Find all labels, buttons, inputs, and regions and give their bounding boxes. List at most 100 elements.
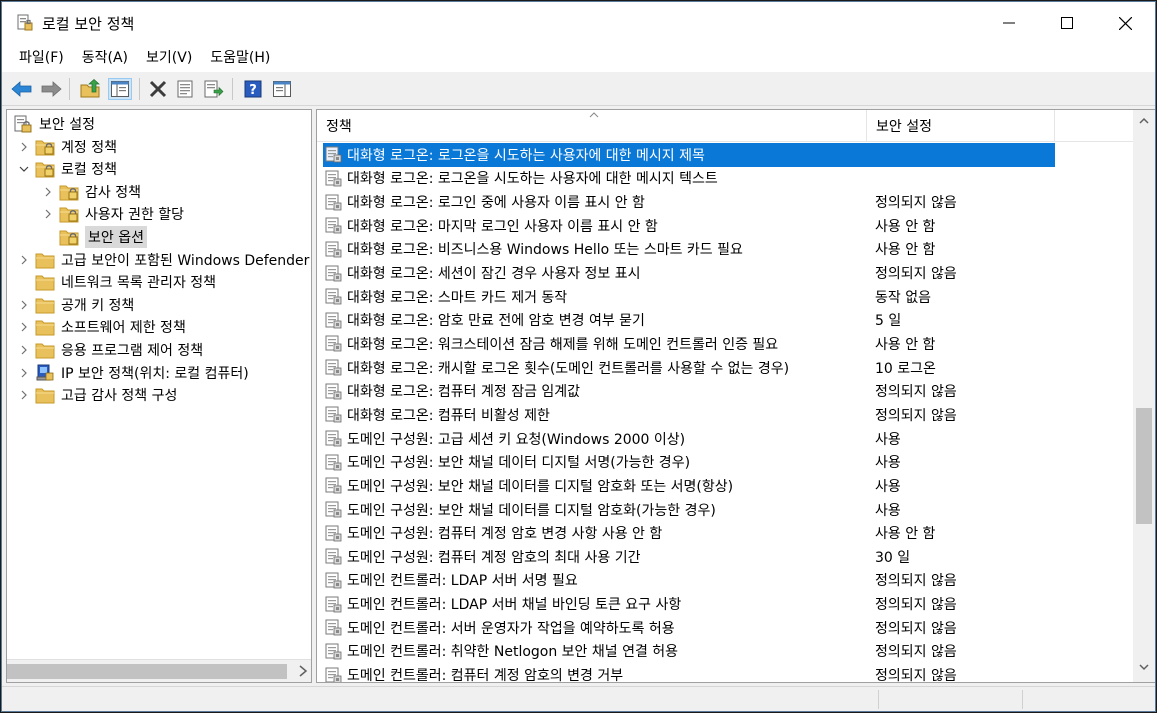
list-item[interactable]: 대화형 로그온: 캐시할 로그온 횟수(도메인 컨트롤러를 사용할 수 없는 경… (323, 356, 1063, 380)
chevron-right-icon[interactable] (17, 343, 31, 357)
list-item[interactable]: 도메인 컨트롤러: LDAP 서버 서명 필요 정의되지 않음 (323, 569, 1063, 593)
chevron-right-icon[interactable] (41, 207, 55, 221)
tree-item[interactable]: 사용자 권한 할당 (41, 203, 184, 225)
lock-folder-icon (59, 183, 79, 201)
chevron-right-icon[interactable] (41, 185, 55, 199)
properties-icon (177, 80, 193, 98)
policy-name: 대화형 로그온: 로그온을 시도하는 사용자에 대한 메시지 제목 (347, 147, 705, 164)
list-vertical-scrollbar[interactable] (1133, 110, 1155, 682)
tree-item-label: 고급 감사 정책 구성 (61, 388, 178, 405)
column-header-security-setting[interactable]: 보안 설정 (867, 110, 1055, 142)
back-button[interactable] (11, 78, 33, 100)
chevron-down-icon[interactable] (17, 162, 31, 176)
help-icon: ? (244, 80, 262, 98)
tree-item[interactable]: IP 보안 정책(위치: 로컬 컴퓨터) (17, 362, 249, 384)
close-button[interactable] (1096, 2, 1154, 44)
scrollbar-thumb[interactable] (7, 664, 287, 679)
folder-icon (35, 341, 55, 359)
export-list-button[interactable] (203, 78, 225, 100)
list-item[interactable]: 대화형 로그온: 컴퓨터 비활성 제한 정의되지 않음 (323, 403, 1063, 427)
list-item[interactable]: 도메인 컨트롤러: 취약한 Netlogon 보안 채널 연결 허용 정의되지 않… (323, 640, 1063, 664)
scroll-right-icon[interactable] (297, 664, 309, 678)
policy-icon (325, 501, 343, 518)
chevron-right-icon[interactable] (17, 140, 31, 154)
tree-item[interactable]: 보안 옵션 (41, 226, 147, 248)
menu-action[interactable]: 동작(A) (73, 44, 137, 72)
security-setting-value: 10 로그온 (875, 360, 936, 377)
tree-item[interactable]: 고급 보안이 포함된 Windows Defender (17, 249, 309, 271)
console-tree[interactable]: 보안 설정 계정 정책 로컬 정책 감사 정책 사용자 권한 할당 보안 옵션 고급 보안이… (6, 109, 312, 683)
policy-icon (325, 619, 343, 636)
list-item[interactable]: 대화형 로그온: 컴퓨터 계정 잠금 임계값 정의되지 않음 (323, 380, 1063, 404)
chevron-right-icon[interactable] (17, 298, 31, 312)
list-item[interactable]: 대화형 로그온: 로그온을 시도하는 사용자에 대한 메시지 텍스트 (323, 167, 1063, 191)
tree-item[interactable]: 감사 정책 (41, 181, 141, 203)
policy-icon (325, 335, 343, 352)
list-item[interactable]: 대화형 로그온: 로그인 중에 사용자 이름 표시 안 함 정의되지 않음 (323, 190, 1063, 214)
tree-item-label: 응용 프로그램 제어 정책 (61, 343, 204, 359)
tree-item[interactable]: 보안 설정 (13, 113, 95, 135)
list-item[interactable]: 대화형 로그온: 세션이 잠긴 경우 사용자 정보 표시 정의되지 않음 (323, 261, 1063, 285)
forward-button[interactable] (40, 78, 62, 100)
tree-item[interactable]: 공개 키 정책 (17, 294, 134, 316)
menu-help[interactable]: 도움말(H) (201, 44, 279, 72)
list-item[interactable]: 대화형 로그온: 마지막 로그인 사용자 이름 표시 안 함 사용 안 함 (323, 214, 1063, 238)
list-item[interactable]: 대화형 로그온: 비즈니스용 Windows Hello 또는 스마트 카드 필… (323, 238, 1063, 262)
scroll-down-icon[interactable] (1138, 662, 1150, 672)
tree-item[interactable]: 계정 정책 (17, 136, 117, 158)
ipsec-icon (35, 364, 55, 382)
tree-item[interactable]: 고급 감사 정책 구성 (17, 384, 177, 406)
tree-item[interactable]: 응용 프로그램 제어 정책 (17, 339, 203, 361)
list-item[interactable]: 도메인 구성원: 컴퓨터 계정 암호의 최대 사용 기간 30 일 (323, 545, 1063, 569)
security-setting-value: 30 일 (875, 549, 911, 566)
tree-item[interactable]: 네트워크 목록 관리자 정책 (17, 271, 216, 293)
tree-item[interactable]: 소프트웨어 제한 정책 (17, 316, 186, 338)
help-button[interactable]: ? (242, 78, 264, 100)
security-setting-value: 정의되지 않음 (875, 620, 957, 637)
maximize-button[interactable] (1038, 2, 1096, 44)
security-setting-value: 정의되지 않음 (875, 597, 957, 614)
title-bar[interactable]: 로컬 보안 정책 (2, 2, 1155, 44)
security-setting-value: 사용 (875, 502, 901, 519)
show-action-pane-button[interactable] (271, 78, 293, 100)
menu-file[interactable]: 파일(F) (10, 44, 73, 72)
policy-icon (325, 406, 343, 423)
minimize-button[interactable] (980, 2, 1038, 44)
scrollbar-thumb[interactable] (1136, 408, 1152, 524)
list-item[interactable]: 대화형 로그온: 암호 만료 전에 암호 변경 여부 묻기 5 일 (323, 309, 1063, 333)
show-console-tree-button[interactable] (108, 78, 132, 100)
properties-button[interactable] (174, 78, 196, 100)
scroll-up-icon[interactable] (1138, 116, 1150, 126)
list-item[interactable]: 대화형 로그온: 로그온을 시도하는 사용자에 대한 메시지 제목 (323, 143, 1055, 167)
list-item[interactable]: 도메인 구성원: 컴퓨터 계정 암호 변경 사항 사용 안 함 사용 안 함 (323, 521, 1063, 545)
policy-icon (325, 383, 343, 400)
chevron-right-icon[interactable] (17, 366, 31, 380)
policy-icon (325, 241, 343, 258)
policy-icon (325, 359, 343, 376)
tree-item[interactable]: 로컬 정책 (17, 158, 117, 180)
menu-view[interactable]: 보기(V) (137, 44, 201, 72)
list-item[interactable]: 대화형 로그온: 스마트 카드 제거 동작 동작 없음 (323, 285, 1063, 309)
chevron-right-icon[interactable] (17, 253, 31, 267)
list-item[interactable]: 도메인 컨트롤러: 컴퓨터 계정 암호의 변경 거부 정의되지 않음 (323, 663, 1063, 682)
back-arrow-icon (11, 81, 32, 97)
tree-horizontal-scrollbar[interactable] (7, 659, 311, 682)
toolbar-separator (232, 78, 233, 100)
list-item[interactable]: 도메인 구성원: 보안 채널 데이터를 디지털 암호화(가능한 경우) 사용 (323, 498, 1063, 522)
policy-list[interactable]: 정책 보안 설정 대화형 로그온: 로그온을 시도하는 사용자에 대한 메시지 … (316, 109, 1155, 683)
list-item[interactable]: 대화형 로그온: 워크스테이션 잠금 해제를 위해 도메인 컨트롤러 인증 필요… (323, 332, 1063, 356)
list-item[interactable]: 도메인 구성원: 고급 세션 키 요청(Windows 2000 이상) 사용 (323, 427, 1063, 451)
list-item[interactable]: 도메인 구성원: 보안 채널 데이터를 디지털 암호화 또는 서명(항상) 사용 (323, 474, 1063, 498)
policy-name: 대화형 로그온: 암호 만료 전에 암호 변경 여부 묻기 (347, 313, 645, 330)
chevron-right-icon[interactable] (17, 388, 31, 402)
list-item[interactable]: 도메인 컨트롤러: LDAP 서버 채널 바인딩 토큰 요구 사항 정의되지 않음 (323, 592, 1063, 616)
delete-button[interactable] (147, 78, 169, 100)
up-one-level-button[interactable] (79, 78, 101, 100)
shield-folder-icon (13, 115, 33, 133)
policy-icon (325, 217, 343, 234)
list-item[interactable]: 도메인 컨트롤러: 서버 운영자가 작업을 예약하도록 허용 정의되지 않음 (323, 616, 1063, 640)
chevron-right-icon[interactable] (17, 320, 31, 334)
list-item[interactable]: 도메인 구성원: 보안 채널 데이터 디지털 서명(가능한 경우) 사용 (323, 450, 1063, 474)
policy-icon (325, 146, 343, 163)
